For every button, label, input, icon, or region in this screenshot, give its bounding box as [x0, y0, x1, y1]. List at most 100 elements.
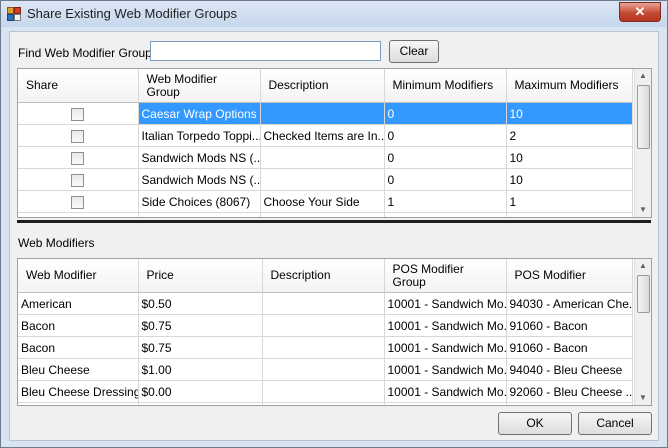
pos-group-cell: 10001 - Sandwich Mo...: [384, 380, 507, 403]
dialog-window: Share Existing Web Modifier Groups ✕ Fin…: [0, 0, 668, 448]
table-row[interactable]: Sandwich Mods NS (... 0 10: [18, 168, 633, 191]
column-header-pos-modifier-group[interactable]: POS Modifier Group: [384, 259, 507, 293]
scroll-down-icon[interactable]: ▼: [635, 391, 651, 405]
group-cell: Sandwich Mods NS (...: [138, 146, 261, 169]
max-cell: 1: [506, 190, 633, 213]
max-cell: 10: [506, 146, 633, 169]
column-header-maximum-modifiers[interactable]: Maximum Modifiers: [506, 69, 633, 103]
table-row[interactable]: American $0.50 10001 - Sandwich Mo... 94…: [18, 292, 633, 315]
price-cell: $0.00: [138, 380, 263, 403]
pos-group-cell: 10001 - Sandwich Mo...: [384, 336, 507, 359]
description-cell: [260, 168, 385, 191]
table-row[interactable]: Italian Torpedo Toppi... Checked Items a…: [18, 124, 633, 147]
column-header-web-modifier[interactable]: Web Modifier: [18, 259, 139, 293]
clear-button[interactable]: Clear: [389, 40, 439, 63]
cancel-button[interactable]: Cancel: [578, 412, 652, 435]
pos-modifier-cell: 91060 - Bacon: [506, 314, 633, 337]
share-cell[interactable]: [18, 102, 139, 125]
scroll-thumb[interactable]: [637, 275, 650, 313]
pos-modifier-cell: 94030 - American Che...: [506, 292, 633, 315]
pos-group-cell: 10001 - Sandwich Mo...: [384, 358, 507, 381]
description-cell: [262, 314, 385, 337]
groups-scrollbar[interactable]: ▲ ▼: [634, 69, 651, 217]
modifier-groups-grid: Share Web Modifier Group Description Min…: [17, 68, 652, 218]
scroll-up-icon[interactable]: ▲: [635, 259, 651, 273]
share-cell[interactable]: [18, 146, 139, 169]
share-cell[interactable]: [18, 124, 139, 147]
min-cell: 0: [384, 102, 507, 125]
table-row[interactable]: Sandwich Mods NS (... 0 10: [18, 146, 633, 169]
min-cell: 0: [384, 124, 507, 147]
description-cell: [262, 380, 385, 403]
column-header-price[interactable]: Price: [138, 259, 263, 293]
web-modifiers-grid: Web Modifier Price Description POS Modif…: [17, 258, 652, 406]
share-cell[interactable]: [18, 168, 139, 191]
share-cell[interactable]: [18, 190, 139, 213]
column-header-pos-modifier[interactable]: POS Modifier: [506, 259, 633, 293]
pos-group-cell: 10001 - Sandwich Mo...: [384, 314, 507, 337]
table-row[interactable]: [18, 402, 633, 405]
modifier-cell: Bacon: [18, 336, 139, 359]
pos-modifier-cell: 94040 - Bleu Cheese: [506, 358, 633, 381]
table-row[interactable]: Bleu Cheese $1.00 10001 - Sandwich Mo...…: [18, 358, 633, 381]
modifier-groups-table: Share Web Modifier Group Description Min…: [18, 69, 633, 217]
table-header-row: Web Modifier Price Description POS Modif…: [18, 259, 633, 293]
share-checkbox[interactable]: [71, 129, 85, 143]
description-cell: [262, 336, 385, 359]
share-checkbox[interactable]: [71, 173, 85, 187]
group-cell: Italian Torpedo Toppi...: [138, 124, 261, 147]
group-cell: Side Choices (8067): [138, 190, 261, 213]
table-header-row: Share Web Modifier Group Description Min…: [18, 69, 633, 103]
modifier-cell: Bacon: [18, 314, 139, 337]
description-cell: Choose Your Side: [260, 190, 385, 213]
column-header-share[interactable]: Share: [18, 69, 139, 103]
table-row[interactable]: Bacon $0.75 10001 - Sandwich Mo... 91060…: [18, 314, 633, 337]
description-cell: [260, 102, 385, 125]
description-cell: [262, 292, 385, 315]
min-cell: 0: [384, 146, 507, 169]
table-row[interactable]: Bacon $0.75 10001 - Sandwich Mo... 91060…: [18, 336, 633, 359]
max-cell: 10: [506, 102, 633, 125]
modifier-cell: American: [18, 292, 139, 315]
column-header-description[interactable]: Description: [262, 259, 385, 293]
group-cell: Sandwich Mods NS (...: [138, 168, 261, 191]
min-cell: 1: [384, 190, 507, 213]
modifier-cell: Bleu Cheese: [18, 358, 139, 381]
scroll-thumb[interactable]: [637, 85, 650, 149]
title-bar[interactable]: Share Existing Web Modifier Groups ✕: [1, 1, 667, 27]
ok-button[interactable]: OK: [498, 412, 572, 435]
scroll-down-icon[interactable]: ▼: [635, 203, 651, 217]
share-checkbox[interactable]: [71, 107, 85, 121]
find-label: Find Web Modifier Groups: [18, 46, 158, 60]
pos-modifier-cell: 92060 - Bleu Cheese ...: [506, 380, 633, 403]
web-modifiers-label: Web Modifiers: [18, 236, 95, 250]
description-cell: [260, 146, 385, 169]
max-cell: 2: [506, 124, 633, 147]
pos-modifier-cell: 91060 - Bacon: [506, 336, 633, 359]
table-row[interactable]: [18, 212, 633, 217]
share-cell[interactable]: [18, 212, 139, 217]
description-cell: [262, 358, 385, 381]
table-row[interactable]: Caesar Wrap Options ... 0 10: [18, 102, 633, 125]
column-header-minimum-modifiers[interactable]: Minimum Modifiers: [384, 69, 507, 103]
splitter[interactable]: [17, 220, 651, 223]
modifiers-scrollbar[interactable]: ▲ ▼: [634, 259, 651, 405]
dialog-body: Find Web Modifier Groups Clear Share Web…: [9, 31, 659, 441]
table-row[interactable]: Side Choices (8067) Choose Your Side 1 1: [18, 190, 633, 213]
group-cell: Caesar Wrap Options ...: [138, 102, 261, 125]
close-button[interactable]: ✕: [619, 2, 661, 22]
column-header-description[interactable]: Description: [260, 69, 385, 103]
table-row[interactable]: Bleu Cheese Dressing $0.00 10001 - Sandw…: [18, 380, 633, 403]
find-input[interactable]: [150, 41, 381, 61]
min-cell: 0: [384, 168, 507, 191]
web-modifiers-table: Web Modifier Price Description POS Modif…: [18, 259, 633, 405]
scroll-up-icon[interactable]: ▲: [635, 69, 651, 83]
column-header-web-modifier-group[interactable]: Web Modifier Group: [138, 69, 261, 103]
modifier-cell: Bleu Cheese Dressing: [18, 380, 139, 403]
window-title: Share Existing Web Modifier Groups: [27, 6, 238, 21]
close-icon: ✕: [634, 4, 646, 19]
share-checkbox[interactable]: [71, 151, 85, 165]
description-cell: Checked Items are In...: [260, 124, 385, 147]
share-checkbox[interactable]: [71, 195, 85, 209]
max-cell: 10: [506, 168, 633, 191]
